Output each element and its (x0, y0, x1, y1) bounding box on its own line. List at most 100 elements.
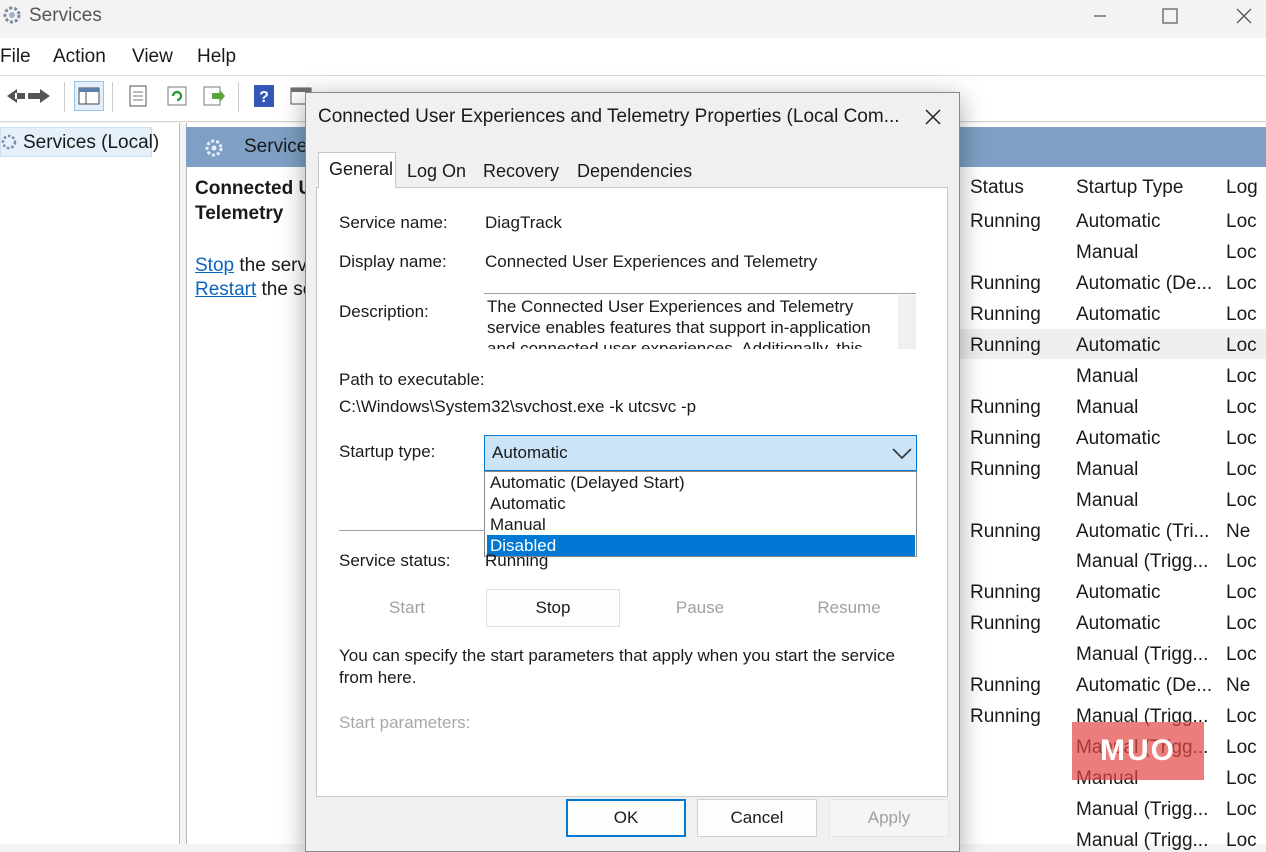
cancel-button[interactable]: Cancel (697, 799, 817, 837)
row-log-on[interactable]: Loc (1226, 242, 1257, 264)
divider (339, 530, 485, 531)
start-button[interactable]: Start (340, 590, 474, 626)
path-label: Path to executable: (339, 370, 485, 389)
pause-button[interactable]: Pause (633, 590, 767, 626)
menu-file[interactable]: File (0, 46, 31, 68)
row-log-on[interactable]: Loc (1226, 304, 1257, 326)
tab-dependencies[interactable]: Dependencies (577, 159, 692, 189)
forward-arrow-icon (28, 89, 50, 103)
close-icon (1236, 8, 1252, 24)
help-button[interactable]: ? (249, 81, 279, 111)
startup-option[interactable]: Manual (487, 514, 915, 535)
row-status[interactable]: Running (970, 675, 1041, 697)
row-log-on[interactable]: Loc (1226, 366, 1257, 388)
minimize-button[interactable] (1077, 2, 1123, 30)
row-log-on[interactable]: Loc (1226, 428, 1257, 450)
row-status[interactable]: Running (970, 582, 1041, 604)
row-log-on[interactable]: Loc (1226, 211, 1257, 233)
refresh-button[interactable] (162, 81, 192, 111)
row-startup-type[interactable]: Automatic (1076, 582, 1160, 604)
restart-service-link[interactable]: Restart (195, 279, 256, 300)
stop-service-link[interactable]: Stop (195, 255, 234, 276)
menu-view[interactable]: View (132, 46, 173, 68)
startup-option[interactable]: Automatic (487, 493, 915, 514)
chevron-down-icon (892, 448, 912, 460)
row-status[interactable]: Running (970, 397, 1041, 419)
row-startup-type[interactable]: Manual (1076, 490, 1138, 512)
row-log-on[interactable]: Loc (1226, 737, 1257, 759)
restart-service-line: Restart the se (195, 278, 313, 302)
close-icon (925, 109, 941, 125)
menu-help[interactable]: Help (197, 46, 236, 68)
row-log-on[interactable]: Loc (1226, 335, 1257, 357)
maximize-button[interactable] (1147, 2, 1193, 30)
tab-log-on[interactable]: Log On (407, 159, 466, 189)
dialog-close-button[interactable] (917, 101, 949, 133)
row-startup-type[interactable]: Automatic (De... (1076, 273, 1212, 295)
row-status[interactable]: Running (970, 459, 1041, 481)
row-startup-type[interactable]: Manual (1076, 242, 1138, 264)
row-startup-type[interactable]: Automatic (De... (1076, 675, 1212, 697)
row-log-on[interactable]: Loc (1226, 490, 1257, 512)
row-log-on[interactable]: Loc (1226, 459, 1257, 481)
row-log-on[interactable]: Loc (1226, 613, 1257, 635)
row-log-on[interactable]: Loc (1226, 830, 1257, 852)
display-name-value: Connected User Experiences and Telemetry (485, 252, 818, 271)
description-label: Description: (339, 302, 429, 321)
row-status[interactable]: Running (970, 706, 1041, 728)
menu-action[interactable]: Action (53, 46, 106, 68)
row-log-on[interactable]: Loc (1226, 551, 1257, 573)
row-status[interactable]: Running (970, 335, 1041, 357)
row-status[interactable]: Running (970, 521, 1041, 543)
row-log-on[interactable]: Loc (1226, 706, 1257, 728)
column-header-startup-type[interactable]: Startup Type (1076, 177, 1183, 199)
row-log-on[interactable]: Loc (1226, 397, 1257, 419)
row-startup-type[interactable]: Automatic (1076, 211, 1160, 233)
row-startup-type[interactable]: Automatic (Tri... (1076, 521, 1209, 543)
row-startup-type[interactable]: Manual (1076, 397, 1138, 419)
hint-line: You can specify the start parameters tha… (339, 646, 895, 665)
forward-button[interactable] (24, 81, 54, 111)
tab-general[interactable]: General (318, 152, 396, 188)
row-startup-type[interactable]: Manual (1076, 366, 1138, 388)
row-log-on[interactable]: Loc (1226, 273, 1257, 295)
properties-button[interactable] (123, 81, 153, 111)
description-scrollbar[interactable] (898, 295, 916, 349)
toolbar-separator (238, 82, 239, 112)
column-header-log-on[interactable]: Log (1226, 177, 1258, 199)
tab-recovery[interactable]: Recovery (483, 159, 559, 189)
row-status[interactable]: Running (970, 613, 1041, 635)
startup-type-label: Startup type: (339, 442, 436, 461)
row-status[interactable]: Running (970, 428, 1041, 450)
row-log-on[interactable]: Loc (1226, 644, 1257, 666)
row-status[interactable]: Running (970, 273, 1041, 295)
row-status[interactable]: Running (970, 304, 1041, 326)
row-log-on[interactable]: Loc (1226, 799, 1257, 821)
services-gear-icon (3, 6, 21, 24)
row-log-on[interactable]: Ne (1226, 521, 1250, 543)
row-startup-type[interactable]: Manual (Trigg... (1076, 644, 1208, 666)
stop-button[interactable]: Stop (486, 589, 620, 627)
export-list-button[interactable] (199, 81, 229, 111)
apply-button[interactable]: Apply (829, 799, 949, 837)
row-log-on[interactable]: Loc (1226, 768, 1257, 790)
row-status[interactable]: Running (970, 211, 1041, 233)
ok-button[interactable]: OK (566, 799, 686, 837)
resume-button[interactable]: Resume (782, 590, 916, 626)
row-log-on[interactable]: Loc (1226, 582, 1257, 604)
row-startup-type[interactable]: Manual (1076, 459, 1138, 481)
row-startup-type[interactable]: Automatic (1076, 428, 1160, 450)
row-startup-type[interactable]: Automatic (1076, 335, 1160, 357)
row-startup-type[interactable]: Manual (Trigg... (1076, 551, 1208, 573)
show-hide-console-tree-button[interactable] (74, 81, 104, 111)
row-startup-type[interactable]: Manual (Trigg... (1076, 799, 1208, 821)
row-startup-type[interactable]: Manual (Trigg... (1076, 830, 1208, 852)
startup-option[interactable]: Disabled (487, 535, 915, 556)
row-startup-type[interactable]: Automatic (1076, 304, 1160, 326)
row-startup-type[interactable]: Automatic (1076, 613, 1160, 635)
row-log-on[interactable]: Ne (1226, 675, 1250, 697)
column-header-status[interactable]: Status (970, 177, 1024, 199)
selected-service-title: Connected U Telemetry (195, 176, 315, 226)
close-window-button[interactable] (1221, 2, 1266, 30)
startup-option[interactable]: Automatic (Delayed Start) (487, 472, 915, 493)
